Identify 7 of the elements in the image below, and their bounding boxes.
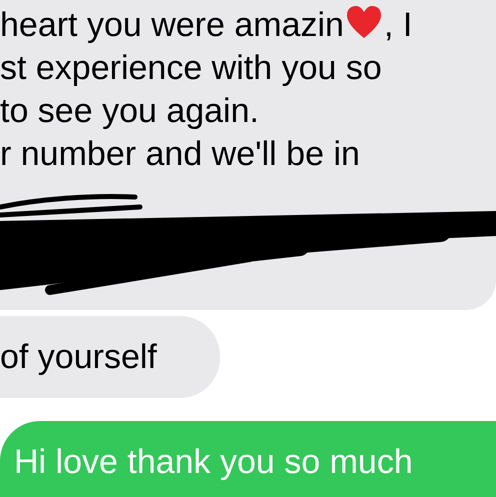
heart-icon [344, 4, 383, 40]
message-text: of yourself [0, 336, 157, 378]
message-text: to see you again. [0, 91, 260, 132]
message-text: Hi love thank you so much [14, 442, 414, 483]
message-text: r number and we'll be in [0, 134, 361, 175]
message-text: st experience with you so [0, 48, 383, 89]
message-text: heart you were amazin , I [0, 4, 414, 46]
